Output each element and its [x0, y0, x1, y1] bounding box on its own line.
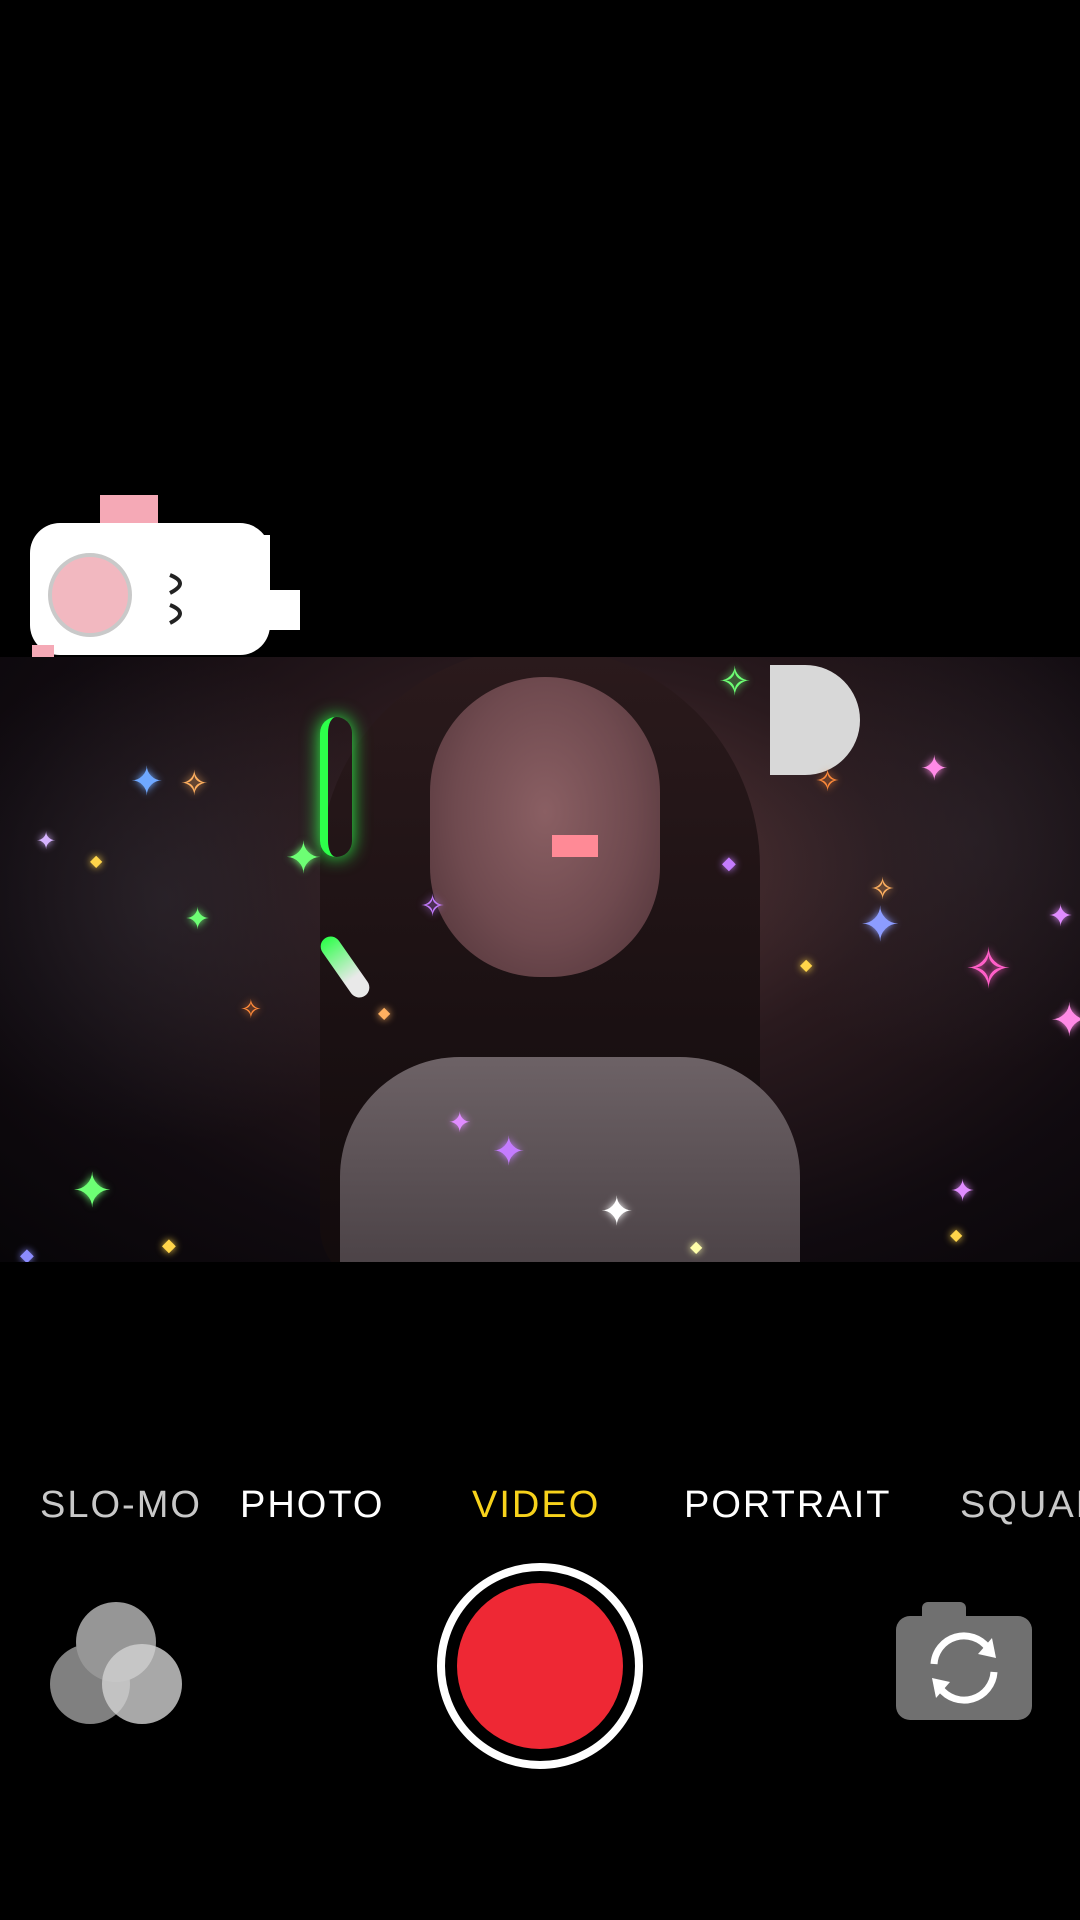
- camera-flip-icon: [896, 1602, 1032, 1720]
- camera-flip-button[interactable]: [896, 1602, 1032, 1720]
- subject-shirt: [340, 1057, 800, 1262]
- sparkle-icon: ✦: [130, 759, 164, 805]
- sparkle-icon: ◆: [162, 1235, 176, 1256]
- record-icon: [457, 1583, 623, 1749]
- sparkle-icon: ✧: [420, 889, 446, 924]
- sparkle-icon: ✦: [920, 749, 949, 789]
- mode-selector[interactable]: SLO-MO PHOTO VIDEO PORTRAIT SQUARE: [0, 1478, 1080, 1534]
- record-button[interactable]: [437, 1563, 643, 1769]
- sparkle-icon: ✧: [870, 872, 896, 907]
- filters-button[interactable]: [48, 1600, 186, 1730]
- sparkle-icon: ✦: [36, 827, 57, 855]
- mode-portrait[interactable]: PORTRAIT: [684, 1484, 891, 1527]
- sparkle-icon: ✦: [600, 1189, 634, 1235]
- sparkle-icon: ✦: [72, 1163, 113, 1219]
- sparkle-icon: ◆: [800, 955, 813, 974]
- sparkle-icon: ✧: [965, 937, 1012, 1002]
- sparkle-icon: ✧: [180, 764, 209, 804]
- sparkle-icon: ✦: [1050, 993, 1080, 1047]
- sparkle-icon: ✦: [950, 1174, 976, 1209]
- mode-photo[interactable]: PHOTO: [240, 1484, 384, 1527]
- sparkle-icon: ✧: [718, 659, 752, 705]
- sparkle-icon: ✦: [860, 897, 901, 953]
- pixel-cat-sticker: [30, 495, 330, 665]
- sparkle-icon: ◆: [90, 851, 103, 870]
- headset-band: [320, 717, 352, 857]
- sparkle-icon: ✦: [448, 1106, 472, 1139]
- mode-slo-mo[interactable]: SLO-MO: [40, 1484, 202, 1527]
- nose-sticker: [552, 835, 598, 857]
- subject-face: [430, 677, 660, 977]
- sparkle-icon: ✦: [185, 902, 211, 937]
- sparkle-icon: ✧: [240, 995, 262, 1025]
- sparkle-icon: ✦: [285, 833, 322, 884]
- mode-square[interactable]: SQUARE: [960, 1484, 1080, 1527]
- sparkle-icon: ◆: [722, 853, 736, 874]
- filters-icon: [50, 1602, 182, 1724]
- sparkle-icon: ✧: [815, 764, 841, 799]
- sparkle-icon: ✦: [1048, 899, 1074, 934]
- sparkle-icon: ◆: [378, 1003, 391, 1022]
- sparkle-icon: ✦: [492, 1129, 526, 1175]
- subject: [280, 657, 860, 1262]
- sparkle-icon: ◆: [20, 1245, 34, 1263]
- sparkle-icon: ◆: [690, 1237, 703, 1256]
- sparkle-icon: ◆: [950, 1225, 963, 1244]
- camera-viewfinder[interactable]: ✦ ✧ ✦ ◆ ✦ ✦ ✧ ✧ ◆ ✦ ✦ ✦ ◆ ◆ ✧ ✦ ✧ ◆ ✦ ✧ …: [0, 657, 1080, 1262]
- mode-video[interactable]: VIDEO: [472, 1484, 600, 1527]
